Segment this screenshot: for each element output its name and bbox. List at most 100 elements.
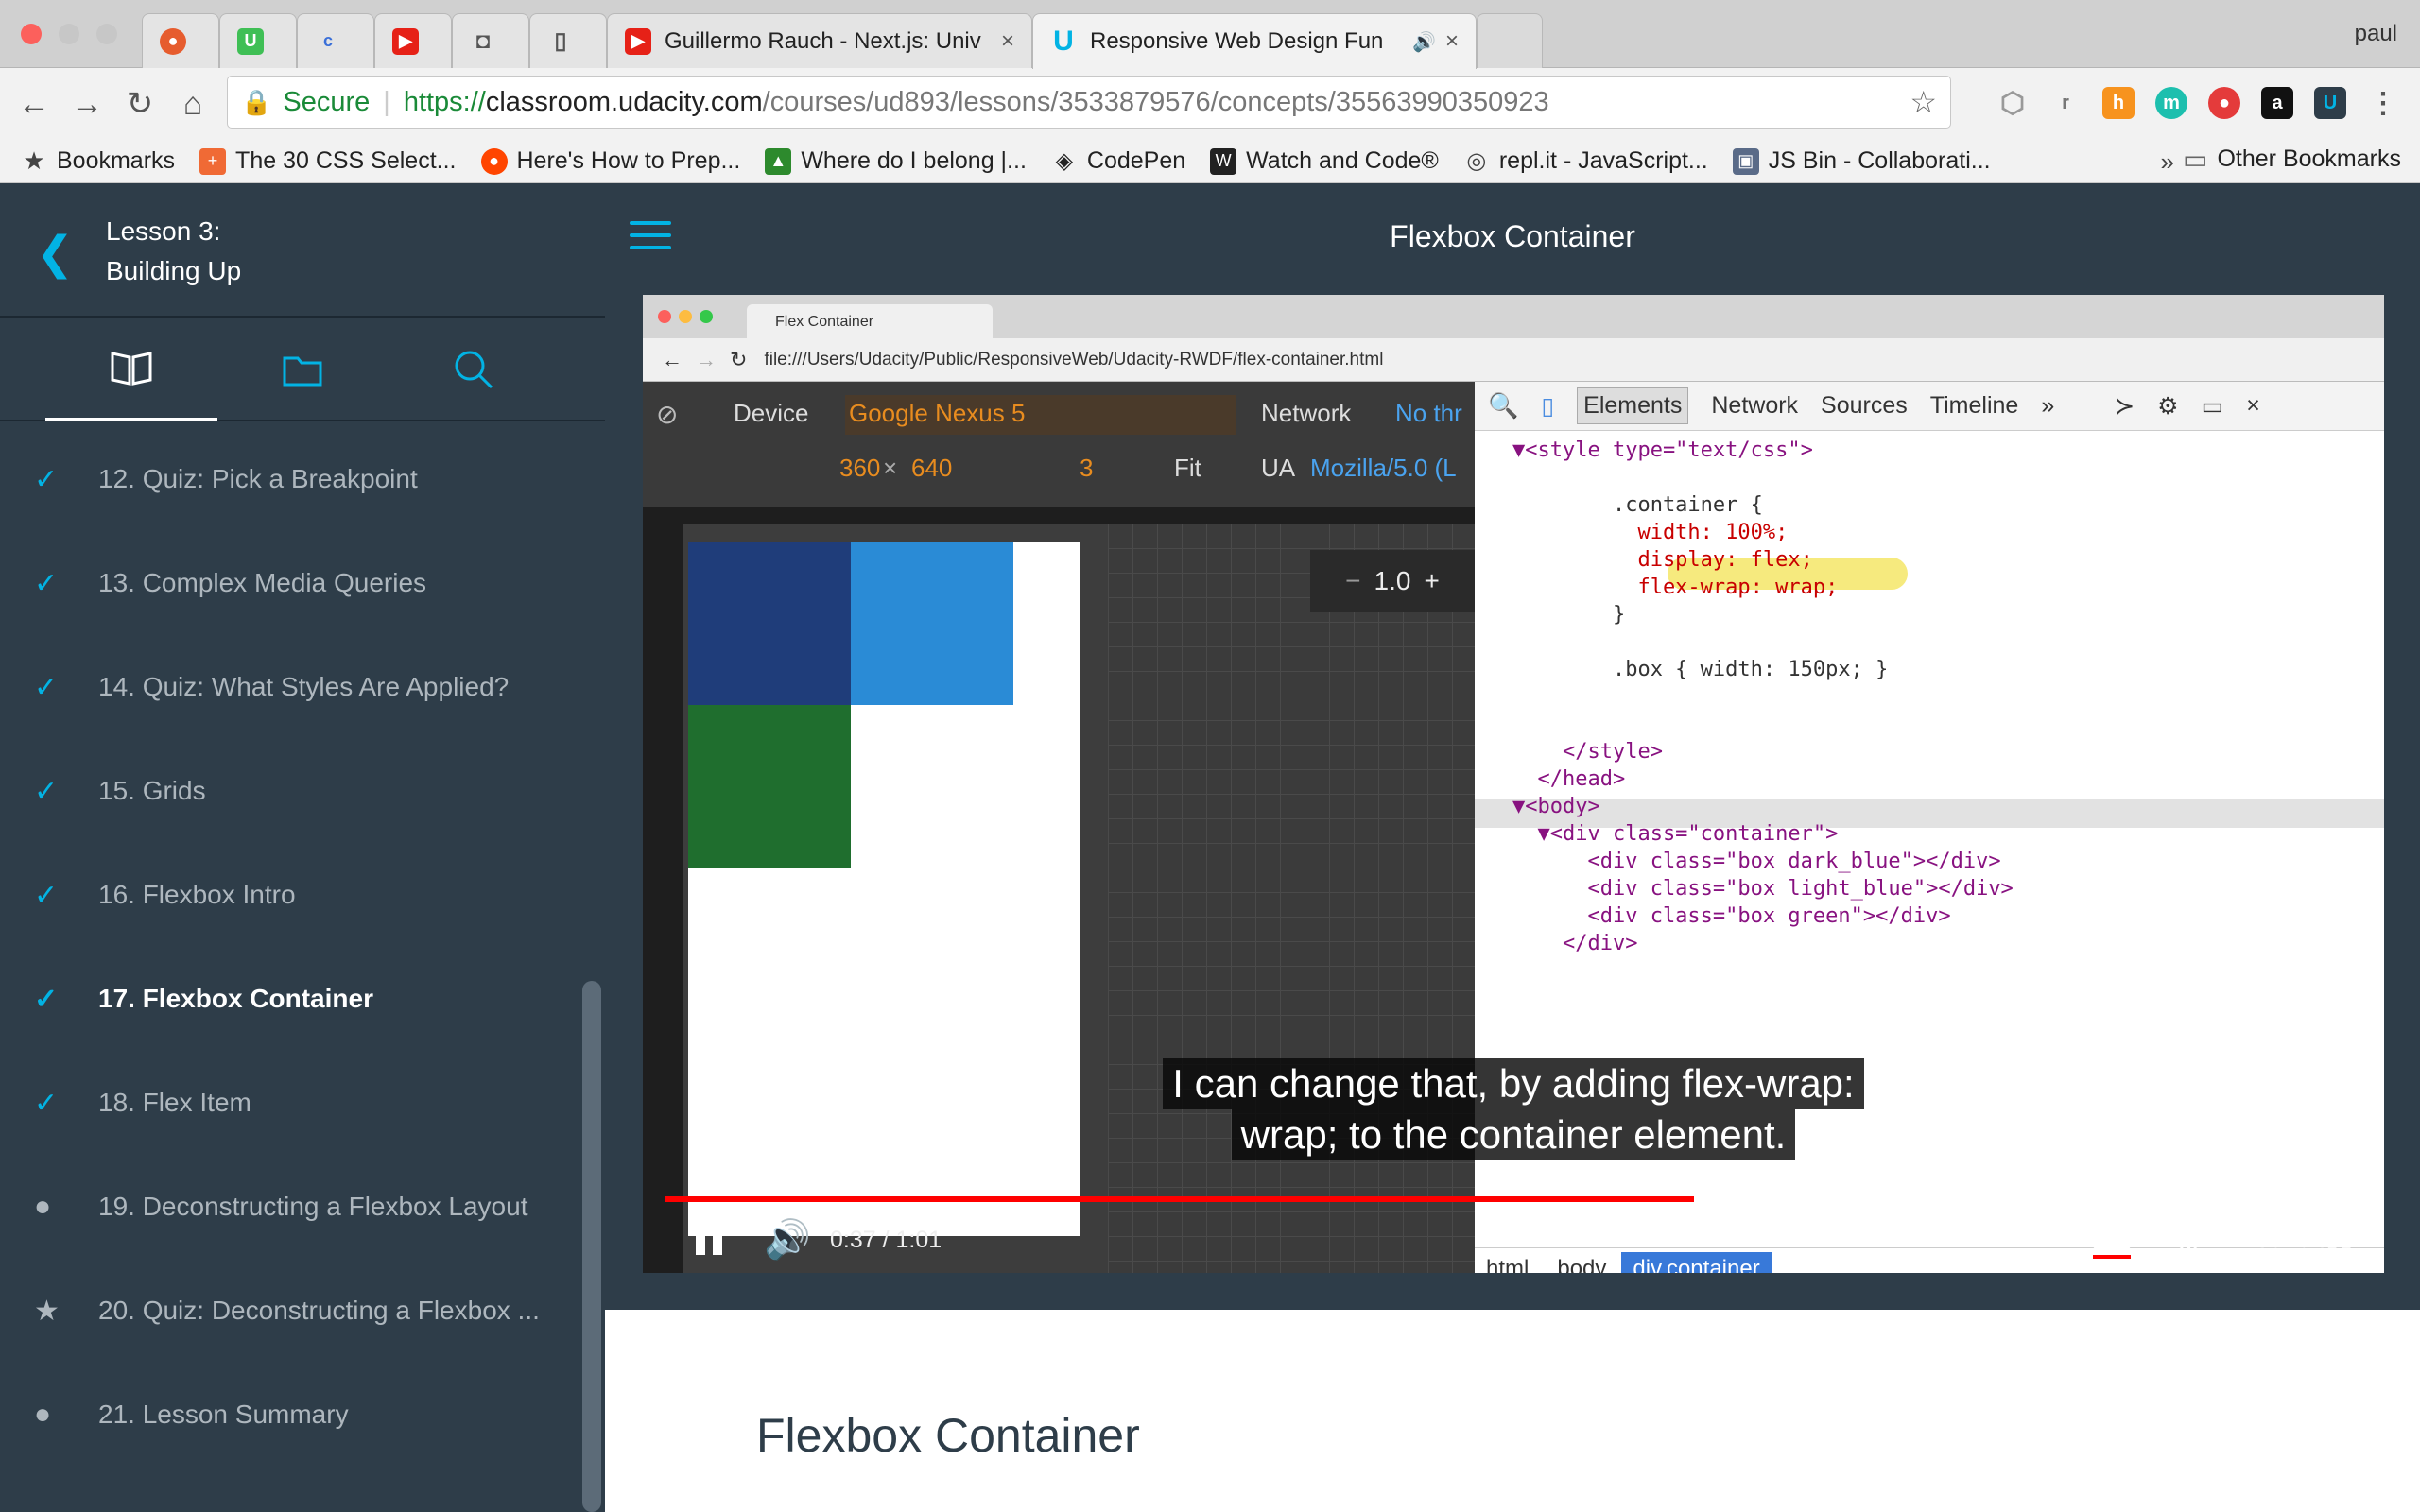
dom-line[interactable]: flex-wrap: wrap; [1512,574,1838,601]
back-icon[interactable]: ← [8,77,60,130]
speaker-icon[interactable]: 🔊 [1412,30,1436,54]
concept-item[interactable]: ✓ 16. Flexbox Intro [0,843,605,947]
gear-icon[interactable]: ⚙ [2172,1217,2204,1260]
bookmarks-overflow-button[interactable]: » [2161,147,2174,177]
bookmark-item[interactable]: ▲ Where do I belong |... [765,147,1027,175]
extension-udacity-icon[interactable]: U [2314,87,2346,119]
volume-icon[interactable]: 🔊 [764,1217,811,1262]
bookmark-item[interactable]: ★ Bookmarks [21,146,176,175]
concept-item[interactable]: ✓ 15. Grids [0,739,605,843]
dom-line[interactable]: </head> [1512,765,1625,793]
back-chevron-icon[interactable]: ❮ [36,227,74,280]
device-dpr: 3 [1080,454,1094,482]
close-tab-icon[interactable]: × [1445,28,1459,55]
lesson-sidebar: ❮ Lesson 3: Building Up ✓ 12. Quiz: Pick … [0,183,605,1512]
extension-r-icon[interactable]: r [2049,87,2082,119]
star-icon: ★ [34,1295,60,1327]
tab-pinned-3[interactable]: c [297,13,374,68]
tab-pinned-6[interactable]: ▯ [529,13,607,68]
extension-hubspot-icon[interactable]: h [2102,87,2135,119]
gear-icon: ⚙ [2157,392,2179,420]
dom-line[interactable]: display: flex; [1512,546,1812,574]
extension-cube-icon[interactable]: ⬡ [1996,87,2029,119]
youtube-icon: ▶ [392,27,419,55]
concept-item[interactable]: ● 21. Lesson Summary [0,1363,605,1467]
tab-search[interactable] [388,318,560,421]
minimize-window-button[interactable] [59,24,79,44]
bookmark-item[interactable]: ▣ JS Bin - Collaborati... [1732,147,1991,175]
other-bookmarks[interactable]: ▭ Other Bookmarks [2183,144,2401,175]
extension-m-icon[interactable]: m [2155,87,2187,119]
concept-item-current[interactable]: ✓ 17. Flexbox Container [0,947,605,1051]
devtools-tabs: 🔍 ▯ Elements Network Sources Timeline » … [1475,382,2384,431]
bookmark-item[interactable]: ● Here's How to Prep... [480,147,740,175]
extension-tomato-icon[interactable]: ● [2208,87,2240,119]
ua-value: Mozilla/5.0 (L [1310,454,1457,482]
bookmark-item[interactable]: W Watch and Code® [1210,147,1439,175]
bookmark-star-icon[interactable]: ☆ [1910,84,1937,120]
dom-line[interactable]: <div class="box green"></div> [1512,902,1950,930]
concept-item[interactable]: ✓ 13. Complex Media Queries [0,531,605,635]
new-tab-button[interactable] [1477,13,1543,68]
pause-icon[interactable] [696,1223,705,1255]
tab-pinned-4[interactable]: ▶ [374,13,452,68]
bookmark-item[interactable]: ◈ CodePen [1051,147,1185,175]
dom-line[interactable]: .box { width: 150px; } [1512,656,1888,683]
search-icon [455,351,493,389]
dom-line[interactable]: </div> [1512,930,1637,957]
bookmark-item[interactable]: + The 30 CSS Select... [199,147,457,175]
url-scheme: https:// [403,86,486,117]
pause-icon[interactable] [713,1223,722,1255]
dom-line[interactable]: </style> [1512,738,1663,765]
secure-label: Secure [283,86,371,117]
devtools-tab-elements: Elements [1577,387,1689,424]
reload-icon[interactable]: ↻ [113,77,166,130]
concept-label: 13. Complex Media Queries [98,568,427,597]
extension-amazon-icon[interactable]: a [2261,87,2293,119]
tab-pinned-5[interactable]: ◘ [452,13,529,68]
bookmark-label: Bookmarks [57,147,176,174]
dom-line[interactable]: <div class="box light_blue"></div> [1512,875,2013,902]
checkmark-icon: ✓ [34,463,59,495]
close-tab-icon[interactable]: × [1001,28,1014,55]
bookmarks-bar: ★ Bookmarks + The 30 CSS Select... ● Here's… [0,140,2420,183]
tab-nextjs[interactable]: ▶ Guillermo Rauch - Next.js: Univ × [607,13,1032,68]
dom-line[interactable]: <div class="box dark_blue"></div> [1512,848,2000,875]
block-icon: ⊘ [656,400,679,429]
udacity-icon: U [1053,26,1074,57]
ua-label: UA [1261,454,1296,482]
caption-line-2: wrap; to the container element. [1231,1109,1796,1160]
dom-line[interactable]: ▼<body> [1512,793,1600,820]
back-icon: ← [662,347,683,371]
dom-line[interactable]: width: 100%; [1512,519,1788,546]
forward-icon[interactable]: → [60,77,113,130]
address-bar[interactable]: 🔒 Secure | https://classroom.udacity.com… [227,76,1951,129]
profile-name[interactable]: paul [2355,21,2397,47]
fullscreen-icon[interactable]: ⛶ [2327,1217,2351,1258]
dom-line[interactable]: .container { [1512,491,1763,519]
concept-item[interactable]: ✓ 18. Flex Item [0,1051,605,1155]
chrome-menu-icon[interactable]: ⋮ [2367,87,2399,119]
concept-item[interactable]: ✓ 14. Quiz: What Styles Are Applied? [0,635,605,739]
tab-pinned-2[interactable]: U [219,13,297,68]
dom-line[interactable]: ▼<style type="text/css"> [1512,437,1813,464]
tab-udacity-active[interactable]: U Responsive Web Design Fun 🔊 × [1032,13,1477,69]
dom-line[interactable]: ▼<div class="container"> [1512,820,1838,848]
tab-concepts[interactable] [45,318,217,421]
cc-icon[interactable]: CC [2093,1223,2131,1249]
concept-item[interactable]: ✓ 12. Quiz: Pick a Breakpoint [0,427,605,531]
bookmark-item[interactable]: ◎ repl.it - JavaScript... [1463,147,1707,175]
sidebar-scrollbar[interactable] [582,981,601,1512]
dom-line[interactable]: } [1512,601,1625,628]
close-window-button[interactable] [21,24,42,44]
concept-item[interactable]: ★ 20. Quiz: Deconstructing a Flexbox ... [0,1259,605,1363]
zoom-window-button[interactable] [96,24,117,44]
tab-pinned-1[interactable]: ● [142,13,219,68]
youtube-player[interactable]: Flex Container ← → ↻ file:///Users/Udaci… [643,295,2384,1273]
browser-chrome: ● U c ▶ ◘ ▯ ▶ Guillermo Rauch - Next.js:… [0,0,2420,183]
home-icon[interactable]: ⌂ [166,77,219,130]
progress-bar[interactable] [666,1196,2361,1202]
concept-item[interactable]: ● 19. Deconstructing a Flexbox Layout [0,1155,605,1259]
content-title: Flexbox Container [756,1409,1140,1462]
tab-resources[interactable] [216,318,389,421]
